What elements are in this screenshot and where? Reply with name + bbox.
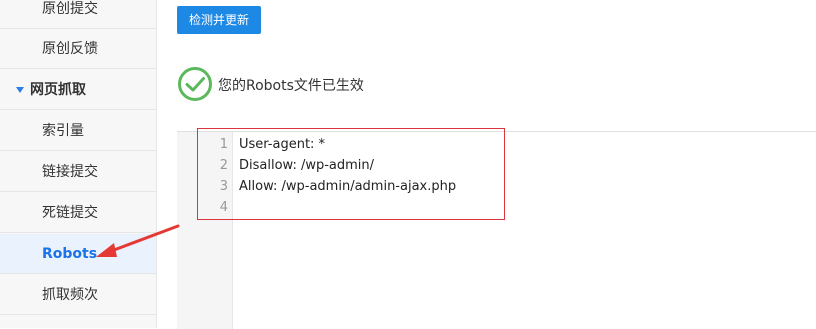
sidebar-item-label: 死链提交 <box>42 205 98 221</box>
line-number: 2 <box>219 158 228 173</box>
sidebar-item-original-submit[interactable]: 原创提交 <box>0 0 156 29</box>
sidebar-item-label: 抓取频次 <box>42 287 98 303</box>
status-text: 您的Robots文件已生效 <box>218 78 364 94</box>
code-line[interactable]: Disallow: /wp-admin/ <box>239 155 374 176</box>
sidebar-item-label: Robots <box>42 246 98 262</box>
sidebar-item-link-submit[interactable]: 链接提交 <box>0 152 156 192</box>
line-number-gutter: 1 2 3 4 <box>177 132 233 329</box>
check-circle-icon <box>178 67 212 101</box>
sidebar-item-original-feedback[interactable]: 原创反馈 <box>0 29 156 69</box>
sidebar-item-label: 链接提交 <box>42 164 98 180</box>
annotation-arrow-icon <box>96 224 180 257</box>
line-number: 1 <box>219 137 228 152</box>
sidebar: 原创提交 原创反馈 网页抓取 索引量 链接提交 死链提交 Robots 抓取频次 <box>0 0 157 328</box>
sidebar-item-crawl-frequency[interactable]: 抓取频次 <box>0 275 156 315</box>
line-number: 4 <box>219 200 228 215</box>
line-number: 3 <box>219 179 228 194</box>
check-and-update-button[interactable]: 检测并更新 <box>177 6 261 34</box>
sidebar-item-index-volume[interactable]: 索引量 <box>0 111 156 151</box>
sidebar-item-label: 原创提交 <box>42 1 98 17</box>
caret-down-icon <box>16 87 24 93</box>
robots-editor[interactable]: 1 2 3 4 User-agent: * Disallow: /wp-admi… <box>177 131 816 329</box>
code-line[interactable]: User-agent: * <box>239 134 325 155</box>
sidebar-item-label: 原创反馈 <box>42 41 98 57</box>
sidebar-section-label: 网页抓取 <box>30 82 86 98</box>
code-line[interactable]: Allow: /wp-admin/admin-ajax.php <box>239 176 456 197</box>
sidebar-section-crawl[interactable]: 网页抓取 <box>0 70 156 110</box>
sidebar-item-label: 索引量 <box>42 123 84 139</box>
